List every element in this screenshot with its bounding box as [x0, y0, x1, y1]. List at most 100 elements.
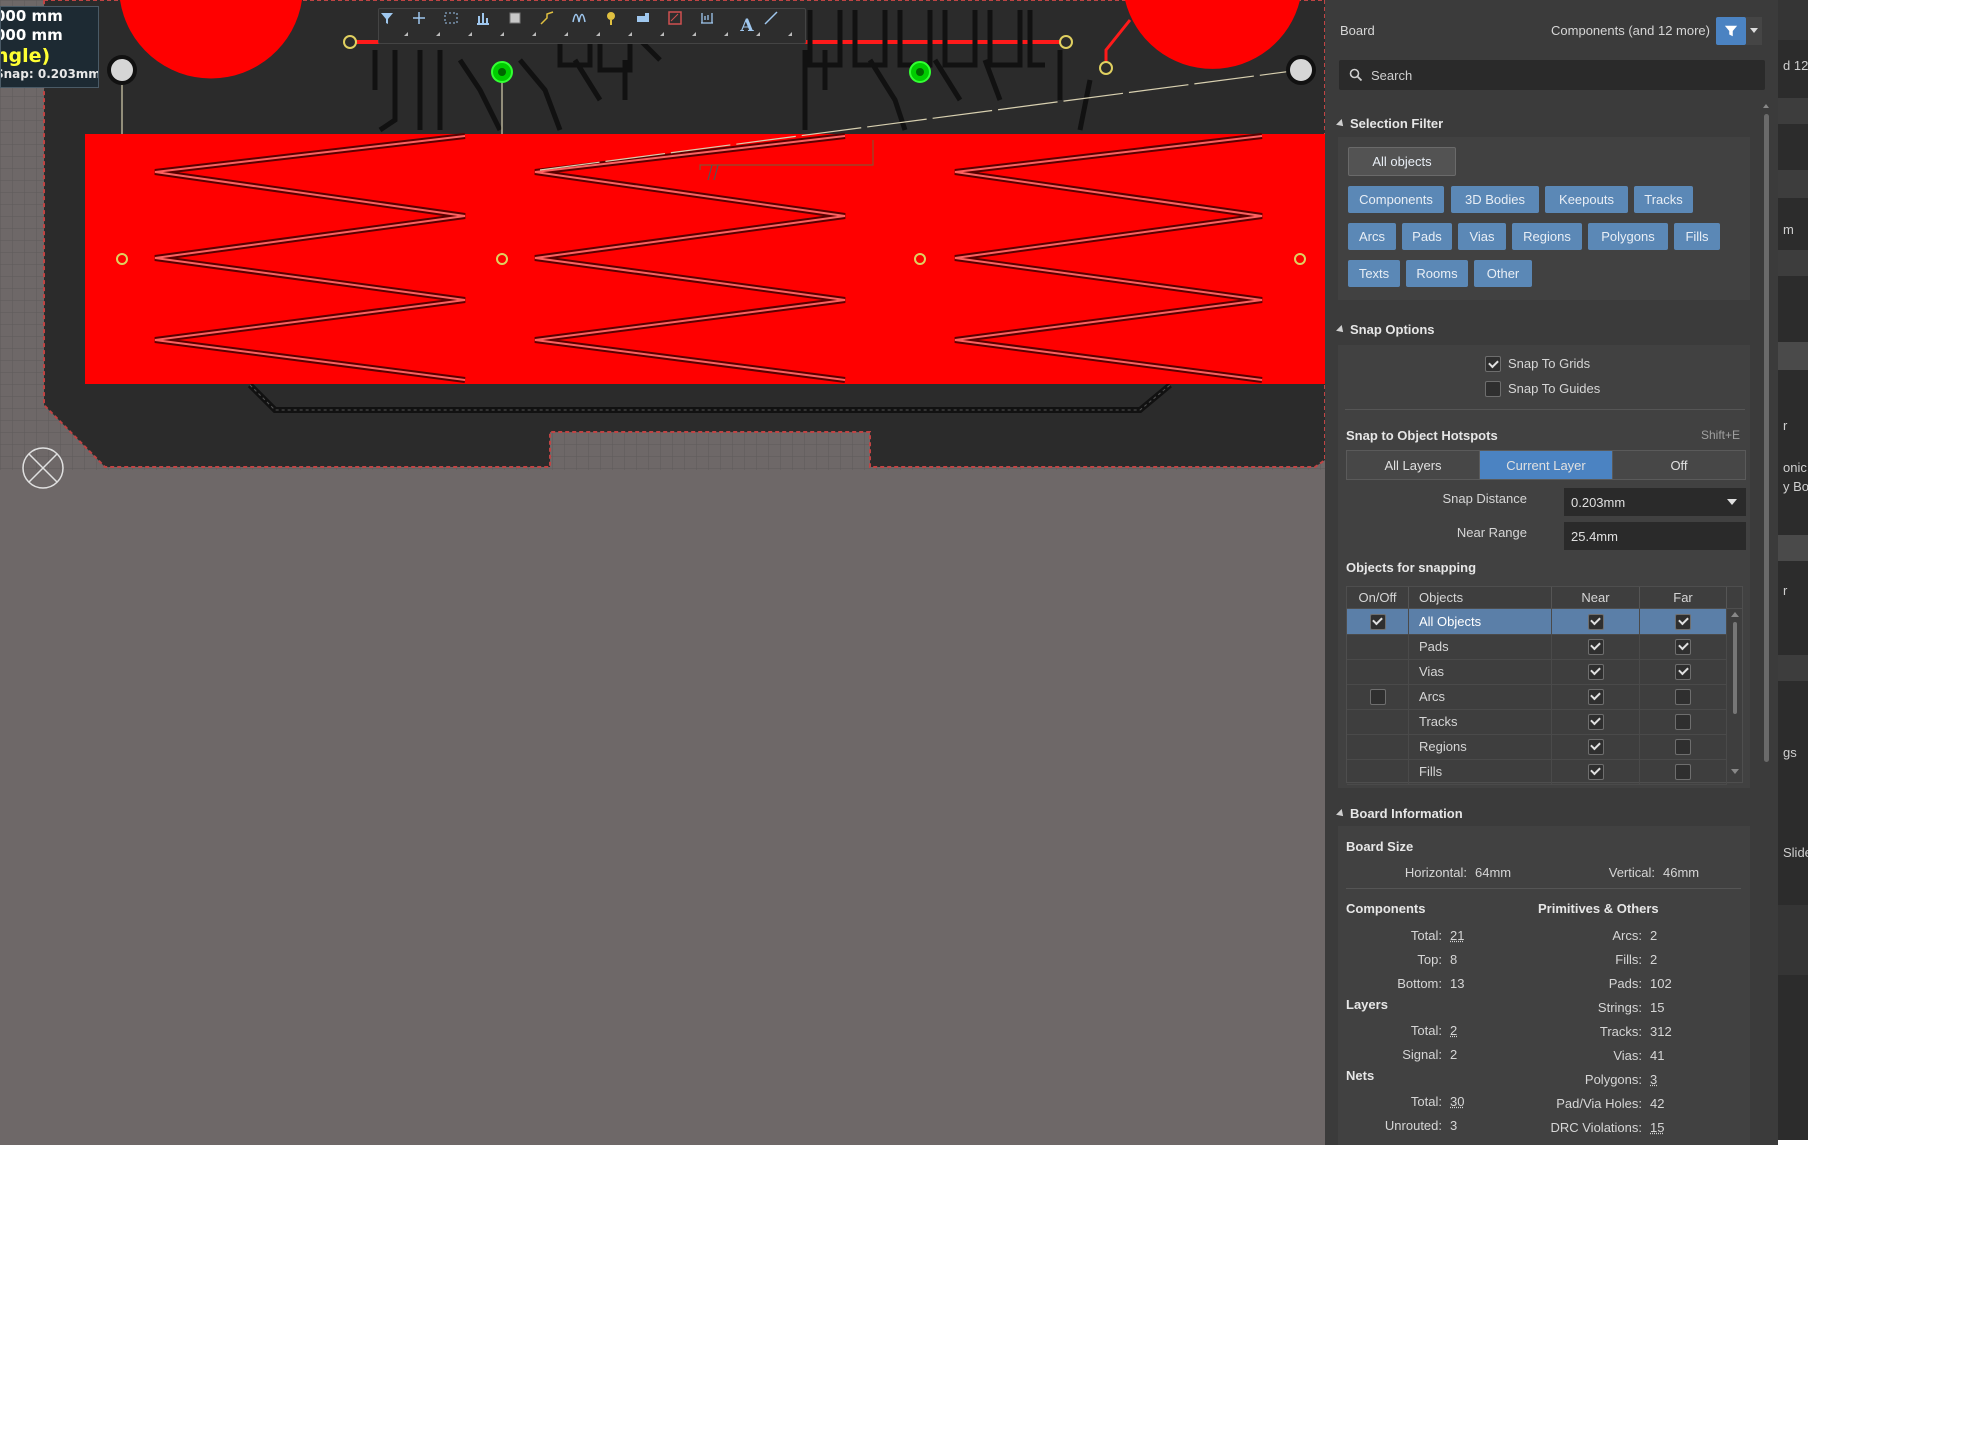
table-row[interactable]: Arcs: [1347, 684, 1727, 710]
filter-chip-fills[interactable]: Fills: [1674, 223, 1720, 250]
filter-chip-3d-bodies[interactable]: 3D Bodies: [1451, 186, 1539, 213]
on-off-cell: [1347, 759, 1409, 784]
filter-chip-regions[interactable]: Regions: [1512, 223, 1582, 250]
filter-chip-arcs[interactable]: Arcs: [1348, 223, 1396, 250]
on-off-cell: [1347, 659, 1409, 684]
pin-icon[interactable]: [603, 10, 635, 42]
snap-distance-select[interactable]: 0.203mm: [1564, 488, 1746, 516]
filter-chip-texts[interactable]: Texts: [1348, 260, 1400, 287]
board-information-title[interactable]: Board Information: [1337, 806, 1463, 821]
table-row[interactable]: Fills: [1347, 759, 1727, 785]
snap-options-title[interactable]: Snap Options: [1337, 322, 1435, 337]
hotspot-option-all-layers[interactable]: All Layers: [1347, 451, 1480, 479]
grid-scroll-thumb[interactable]: [1733, 622, 1737, 714]
filter-chip-rooms[interactable]: Rooms: [1406, 260, 1468, 287]
fill-icon[interactable]: [635, 10, 667, 42]
filter-chip-keepouts[interactable]: Keepouts: [1545, 186, 1628, 213]
col-on-off[interactable]: On/Off: [1347, 587, 1409, 608]
far-cell: [1640, 609, 1727, 634]
hotspots-title: Snap to Object Hotspots: [1346, 428, 1498, 443]
search-input[interactable]: [1369, 66, 1753, 84]
filter-chip-pads[interactable]: Pads: [1402, 223, 1452, 250]
filter-dropdown-button[interactable]: [1746, 17, 1762, 45]
far-checkbox[interactable]: [1675, 638, 1691, 655]
scroll-up-icon[interactable]: [1762, 102, 1770, 110]
snapping-objects-grid: On/Off Objects Near Far All Objects Pads V…: [1346, 586, 1743, 785]
col-objects[interactable]: Objects: [1409, 587, 1552, 608]
scroll-down-icon[interactable]: [1731, 769, 1739, 775]
filter-chip-vias[interactable]: Vias: [1458, 223, 1506, 250]
filter-chip-components[interactable]: Components: [1348, 186, 1444, 213]
grid-scrollbar[interactable]: [1730, 609, 1740, 779]
stat-label: Tracks:: [1599, 1024, 1642, 1039]
pcb-canvas[interactable]: 000 mm 000 mm ngle) Snap: 0.203mm A: [0, 0, 1325, 1145]
col-far[interactable]: Far: [1640, 587, 1727, 608]
mounting-hole: [1286, 55, 1316, 85]
align-icon[interactable]: [475, 10, 507, 42]
strip-fragment: y Bo: [1783, 479, 1808, 494]
component-icon[interactable]: [507, 10, 539, 42]
far-checkbox[interactable]: [1675, 738, 1691, 755]
stat-value: 8: [1450, 952, 1458, 967]
copper-pour: [85, 134, 1325, 384]
table-row[interactable]: Tracks: [1347, 709, 1727, 735]
far-checkbox[interactable]: [1675, 663, 1691, 680]
primitives-title: Primitives & Others: [1538, 901, 1659, 916]
line-icon[interactable]: [763, 10, 795, 42]
stat-value-link[interactable]: 21: [1450, 928, 1464, 943]
filter-chip-tracks[interactable]: Tracks: [1634, 186, 1693, 213]
stat-label: Vias:: [1613, 1048, 1642, 1063]
table-row[interactable]: All Objects: [1347, 609, 1727, 635]
near-checkbox[interactable]: [1587, 763, 1604, 780]
panel-scrollbar-thumb[interactable]: [1764, 114, 1769, 762]
far-checkbox[interactable]: [1675, 613, 1691, 630]
snap-to-guides-checkbox[interactable]: [1485, 381, 1501, 397]
far-checkbox[interactable]: [1675, 713, 1691, 730]
stat-label: Total:: [1410, 928, 1442, 943]
near-checkbox[interactable]: [1587, 638, 1604, 655]
near-checkbox[interactable]: [1587, 713, 1604, 730]
stat-value-link[interactable]: 2: [1450, 1023, 1457, 1038]
far-checkbox[interactable]: [1675, 688, 1691, 705]
stat-value: 41: [1650, 1048, 1665, 1063]
text-icon[interactable]: A: [731, 10, 763, 42]
cross-icon[interactable]: [411, 10, 443, 42]
table-row[interactable]: Vias: [1347, 659, 1727, 685]
select-rect-icon[interactable]: [443, 10, 475, 42]
tune-icon[interactable]: [571, 10, 603, 42]
hud-mode: ngle): [0, 45, 51, 67]
selection-filter-title[interactable]: Selection Filter: [1337, 116, 1443, 131]
col-near[interactable]: Near: [1552, 587, 1640, 608]
adjacent-panel-strip: d 12 m r onic y Bo r gs Slide: [1778, 0, 1808, 1140]
scroll-up-icon[interactable]: [1731, 612, 1739, 618]
near-cell: [1552, 634, 1640, 659]
stat-value-link[interactable]: 3: [1650, 1072, 1657, 1087]
snap-to-grids-checkbox[interactable]: [1485, 356, 1501, 372]
filter-chip-other[interactable]: Other: [1474, 260, 1532, 287]
chevron-down-icon: [1750, 28, 1758, 33]
search-box[interactable]: [1339, 60, 1765, 90]
stat-value-link[interactable]: 30: [1450, 1094, 1464, 1109]
table-row[interactable]: Regions: [1347, 734, 1727, 760]
filter-chip-polygons[interactable]: Polygons: [1588, 223, 1668, 250]
snap-to-guides-label: Snap To Guides: [1508, 381, 1601, 396]
stat-value-link[interactable]: 15: [1650, 1120, 1664, 1135]
near-checkbox[interactable]: [1587, 663, 1604, 680]
near-checkbox[interactable]: [1587, 613, 1604, 630]
route-icon[interactable]: [539, 10, 571, 42]
row-enable-checkbox[interactable]: [1369, 613, 1386, 630]
table-row[interactable]: Pads: [1347, 634, 1727, 660]
near-checkbox[interactable]: [1587, 738, 1604, 755]
polygon-icon[interactable]: [667, 10, 699, 42]
row-enable-checkbox[interactable]: [1369, 688, 1386, 705]
hotspot-option-off[interactable]: Off: [1613, 451, 1745, 479]
filter-button[interactable]: [1716, 17, 1746, 45]
near-checkbox[interactable]: [1587, 688, 1604, 705]
hotspot-option-current-layer[interactable]: Current Layer: [1480, 451, 1613, 479]
all-objects-button[interactable]: All objects: [1348, 147, 1456, 176]
dimension-icon[interactable]: [699, 10, 731, 42]
near-range-input[interactable]: 25.4mm: [1564, 522, 1746, 550]
filter-icon[interactable]: [379, 10, 411, 42]
far-checkbox[interactable]: [1675, 763, 1691, 780]
stat-label: Signal:: [1402, 1047, 1442, 1062]
